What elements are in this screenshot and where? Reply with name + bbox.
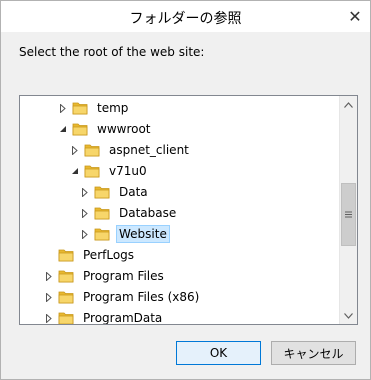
close-button[interactable]: ✕ xyxy=(340,1,370,32)
folder-icon xyxy=(58,269,74,283)
folder-icon xyxy=(84,164,100,178)
expand-arrow-icon[interactable] xyxy=(44,312,54,324)
tree-item[interactable]: Website xyxy=(80,224,170,244)
tree-item-label: aspnet_client xyxy=(109,143,189,157)
collapse-arrow-icon[interactable] xyxy=(58,123,68,135)
folder-browser-dialog: フォルダーの参照 ✕ Select the root of the web si… xyxy=(0,0,371,380)
tree-item[interactable]: v71u0 xyxy=(70,161,150,181)
close-icon: ✕ xyxy=(348,7,362,26)
tree-item[interactable]: wwwroot xyxy=(58,119,154,139)
scroll-down-button[interactable] xyxy=(340,307,357,324)
tree-item-label: temp xyxy=(97,101,129,115)
tree-item-label: Website xyxy=(116,225,170,243)
tree-item-label: wwwroot xyxy=(97,122,151,136)
tree-item[interactable]: temp xyxy=(58,98,131,118)
cancel-button[interactable]: キャンセル xyxy=(271,341,356,365)
tree-item-label: v71u0 xyxy=(109,164,147,178)
dialog-title: フォルダーの参照 xyxy=(129,11,242,27)
tree-item-label: Database xyxy=(119,206,177,220)
tree-item[interactable]: PerfLogs xyxy=(44,245,137,265)
tree-item-label: Program Files xyxy=(83,269,164,283)
expand-arrow-icon[interactable] xyxy=(58,102,68,114)
vertical-scrollbar[interactable] xyxy=(339,96,357,324)
collapse-arrow-icon[interactable] xyxy=(70,165,80,177)
expand-arrow-icon[interactable] xyxy=(80,228,90,240)
tree-item[interactable]: Program Files xyxy=(44,266,167,286)
folder-icon xyxy=(84,143,100,157)
grip-icon xyxy=(345,211,352,218)
tree-item-label: ProgramData xyxy=(83,311,163,324)
folder-tree-viewport: temp wwwroot aspnet_client v71u0 Data Databas… xyxy=(20,96,339,324)
tree-item[interactable]: aspnet_client xyxy=(70,140,192,160)
scroll-thumb[interactable] xyxy=(341,183,356,246)
folder-icon xyxy=(58,311,74,324)
scroll-up-icon xyxy=(344,101,353,108)
folder-icon xyxy=(94,206,110,220)
scroll-down-icon xyxy=(344,312,353,319)
expand-arrow-icon[interactable] xyxy=(70,144,80,156)
scroll-up-button[interactable] xyxy=(340,96,357,113)
dialog-prompt: Select the root of the web site: xyxy=(19,45,205,59)
tree-item[interactable]: ProgramData xyxy=(44,308,165,324)
tree-item[interactable]: Program Files (x86) xyxy=(44,287,202,307)
tree-item-label: PerfLogs xyxy=(83,248,135,262)
tree-item-label: Data xyxy=(119,185,148,199)
title-bar[interactable]: フォルダーの参照 ✕ xyxy=(1,1,370,32)
folder-icon xyxy=(94,227,110,241)
folder-tree[interactable]: temp wwwroot aspnet_client v71u0 Data Databas… xyxy=(19,95,358,325)
folder-icon xyxy=(94,185,110,199)
folder-icon xyxy=(58,248,74,262)
expand-arrow-icon[interactable] xyxy=(44,291,54,303)
folder-icon xyxy=(72,101,88,115)
tree-item-label: Program Files (x86) xyxy=(83,290,200,304)
folder-icon xyxy=(58,290,74,304)
expand-arrow-icon[interactable] xyxy=(80,207,90,219)
tree-item[interactable]: Database xyxy=(80,203,179,223)
ok-button[interactable]: OK xyxy=(176,341,261,365)
folder-icon xyxy=(72,122,88,136)
expand-arrow-icon[interactable] xyxy=(80,186,90,198)
tree-item[interactable]: Data xyxy=(80,182,151,202)
expand-arrow-icon[interactable] xyxy=(44,270,54,282)
